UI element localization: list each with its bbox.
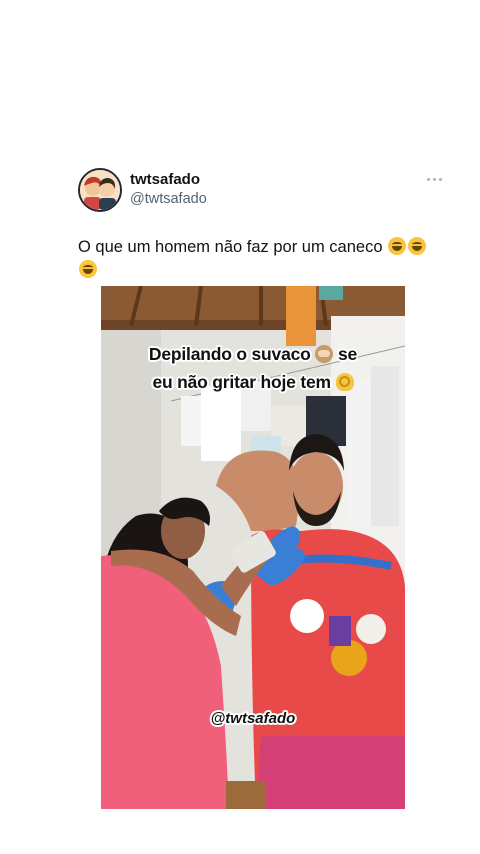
caption-text-2: eu não gritar hoje tem xyxy=(152,372,331,392)
caption-text-1-suffix: se xyxy=(337,344,358,364)
face-with-tears-of-joy-icon xyxy=(79,260,97,278)
more-options-icon[interactable] xyxy=(424,172,444,186)
display-name[interactable]: twtsafado xyxy=(130,171,200,188)
see-no-evil-monkey-icon xyxy=(315,345,334,363)
video-caption-line-1: Depilando o suvaco se xyxy=(101,344,405,365)
caption-text-1: Depilando o suvaco xyxy=(148,344,311,364)
tweet-video[interactable]: Depilando o suvaco se eu não gritar hoje… xyxy=(101,286,405,809)
video-caption-line-2: eu não gritar hoje tem xyxy=(101,372,405,393)
tweet-header: twtsafado @twtsafado xyxy=(78,168,448,214)
tweet-text: O que um homem não faz por um caneco xyxy=(78,236,438,282)
video-watermark: @twtsafado xyxy=(210,710,296,727)
ok-hand-icon xyxy=(335,373,354,391)
tweet-text-body: O que um homem não faz por um caneco xyxy=(78,238,383,256)
face-with-tears-of-joy-icon xyxy=(388,237,407,255)
avatar-illustration-icon xyxy=(80,170,120,210)
handle[interactable]: @twtsafado xyxy=(130,191,207,207)
face-with-tears-of-joy-icon xyxy=(408,237,427,255)
avatar[interactable] xyxy=(78,168,122,212)
